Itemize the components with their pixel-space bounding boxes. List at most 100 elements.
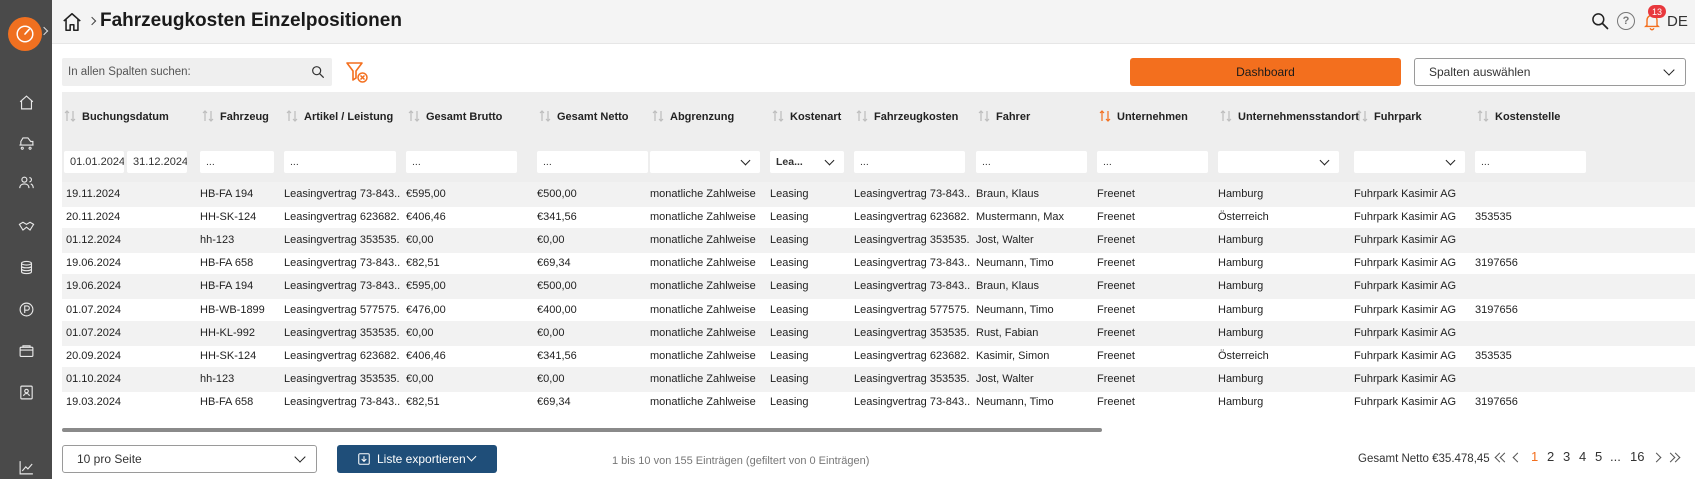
cell-artikel-leistung: Leasingvertrag 353535...	[284, 234, 400, 247]
sort-artikel-leistung-icon[interactable]	[286, 109, 298, 123]
filter-gesamt-brutto[interactable]: ...	[406, 151, 517, 173]
page-2-button[interactable]: 2	[1547, 449, 1554, 464]
filter-kostenart[interactable]: Lea...	[770, 151, 844, 173]
page-5-button[interactable]: 5	[1595, 449, 1602, 464]
date-from-filter[interactable]: 01.01.2024	[64, 151, 124, 173]
sort-gesamt-netto-icon[interactable]	[539, 109, 551, 123]
column-header-gesamt-netto[interactable]: Gesamt Netto	[557, 111, 629, 123]
sort-unternehmensstandort-icon[interactable]	[1220, 109, 1232, 123]
search-icon[interactable]	[1590, 11, 1610, 31]
horizontal-scrollbar[interactable]	[62, 428, 1102, 432]
filter-gesamt-netto[interactable]: ...	[537, 151, 648, 173]
column-header-fahrer[interactable]: Fahrer	[996, 111, 1030, 123]
column-header-fuhrpark[interactable]: Fuhrpark	[1374, 111, 1422, 123]
cell-artikel-leistung: Leasingvertrag 623682...	[284, 349, 400, 362]
sidebar-item-parking[interactable]	[16, 299, 36, 319]
table-row[interactable]: 01.10.2024 hh-123 Leasingvertrag 353535...…	[62, 366, 1695, 392]
table-row[interactable]: 19.03.2024 HB-FA 658 Leasingvertrag 73-843…	[62, 390, 1695, 415]
page-3-button[interactable]: 3	[1563, 449, 1570, 464]
date-to-filter[interactable]: 31.12.2024	[127, 151, 187, 173]
filter-kostenstelle[interactable]: ...	[1475, 151, 1586, 173]
filter-artikel-leistung[interactable]: ...	[284, 151, 396, 173]
search-icon[interactable]	[310, 64, 326, 80]
column-header-fahrzeugkosten[interactable]: Fahrzeugkosten	[874, 111, 958, 123]
cell-unternehmensstandort: Hamburg	[1218, 188, 1264, 200]
home-icon	[19, 94, 33, 109]
cell-fahrzeug: HB-FA 658	[200, 395, 254, 408]
sort-fahrer-icon[interactable]	[978, 109, 990, 123]
cell-unternehmensstandort: Hamburg	[1218, 303, 1264, 316]
sort-fuhrpark-icon[interactable]	[1356, 109, 1368, 123]
sort-kostenstelle-icon[interactable]	[1477, 109, 1489, 123]
cell-fahrzeugkosten: Leasingvertrag 73-843...	[854, 188, 970, 200]
sort-abgrenzung-icon[interactable]	[652, 109, 664, 123]
sort-fahrzeug-icon[interactable]	[202, 109, 214, 123]
table-row[interactable]: 19.11.2024 HB-FA 194 Leasingvertrag 73-843…	[62, 182, 1695, 207]
columns-select[interactable]: Spalten auswählen	[1414, 58, 1686, 86]
sidebar-item-vehicles[interactable]	[16, 131, 36, 151]
sidebar	[0, 0, 52, 479]
filter-abgrenzung[interactable]	[650, 151, 760, 173]
filter-unternehmen[interactable]: ...	[1097, 151, 1208, 173]
filter-fahrzeugkosten[interactable]: ...	[854, 151, 965, 173]
filter-gesamt-netto-placeholder: ...	[543, 156, 552, 168]
column-header-kostenart[interactable]: Kostenart	[790, 111, 841, 123]
table-row[interactable]: 19.06.2024 HB-FA 194 Leasingvertrag 73-843…	[62, 274, 1695, 300]
filter-fahrzeug[interactable]: ...	[200, 151, 274, 173]
sidebar-item-home[interactable]	[16, 92, 36, 112]
app-logo[interactable]	[8, 17, 42, 51]
column-header-kostenstelle[interactable]: Kostenstelle	[1495, 111, 1560, 123]
filter-fahrer[interactable]: ...	[976, 151, 1087, 173]
sort-unternehmen-icon[interactable]	[1099, 109, 1111, 123]
column-header-buchungsdatum[interactable]: Buchungsdatum	[82, 111, 169, 123]
page-1-button[interactable]: 1	[1531, 449, 1538, 464]
cell-fahrzeug: HB-FA 658	[200, 257, 254, 270]
global-search-input[interactable]	[62, 58, 302, 86]
home-icon[interactable]	[61, 11, 83, 33]
sort-buchungsdatum-icon[interactable]	[64, 109, 76, 123]
sort-gesamt-brutto-icon[interactable]	[408, 109, 420, 123]
cell-fahrzeugkosten: Leasingvertrag 73-843...	[854, 257, 970, 270]
column-header-gesamt-brutto[interactable]: Gesamt Brutto	[426, 111, 502, 123]
table-row[interactable]: 01.12.2024 hh-123 Leasingvertrag 353535...…	[62, 228, 1695, 254]
cell-fahrzeugkosten: Leasingvertrag 353535...	[854, 234, 970, 247]
dashboard-button[interactable]: Dashboard	[1130, 58, 1401, 86]
filter-kostenart-value: Lea...	[776, 156, 803, 168]
column-header-abgrenzung[interactable]: Abgrenzung	[670, 111, 734, 123]
sidebar-item-costs[interactable]	[16, 257, 36, 277]
first-page-icon[interactable]	[1499, 452, 1510, 463]
cell-kostenart: Leasing	[770, 280, 809, 293]
sidebar-item-contracts[interactable]	[16, 216, 36, 236]
cell-gesamt-brutto: €0,00	[406, 372, 434, 385]
filter-fuhrpark[interactable]	[1354, 151, 1465, 173]
column-header-artikel-leistung[interactable]: Artikel / Leistung	[304, 111, 393, 123]
per-page-select[interactable]: 10 pro Seite	[62, 445, 317, 473]
sidebar-item-statistics[interactable]	[16, 457, 36, 477]
sidebar-item-profile[interactable]	[16, 382, 36, 402]
clear-filter-icon[interactable]	[345, 60, 369, 84]
prev-page-icon[interactable]	[1512, 452, 1523, 463]
column-header-unternehmen[interactable]: Unternehmen	[1117, 111, 1188, 123]
users-icon	[18, 176, 34, 188]
table-row[interactable]: 19.06.2024 HB-FA 658 Leasingvertrag 73-843…	[62, 251, 1695, 276]
table-row[interactable]: 20.11.2024 HH-SK-124 Leasingvertrag 623682…	[62, 205, 1695, 230]
page-4-button[interactable]: 4	[1579, 449, 1586, 464]
sidebar-item-documents[interactable]	[16, 341, 36, 361]
next-page-icon[interactable]	[1651, 452, 1662, 463]
sort-fahrzeugkosten-icon[interactable]	[856, 109, 868, 123]
language-switch[interactable]: DE	[1667, 13, 1688, 30]
table-row[interactable]: 20.09.2024 HH-SK-124 Leasingvertrag 623682…	[62, 344, 1695, 369]
page-16-button[interactable]: 16	[1630, 449, 1644, 464]
cell-unternehmen: Freenet	[1097, 211, 1135, 224]
sidebar-item-drivers[interactable]	[16, 172, 36, 192]
cell-fahrer: Kasimir, Simon	[976, 349, 1050, 362]
column-header-fahrzeug[interactable]: Fahrzeug	[220, 111, 269, 123]
last-page-icon[interactable]	[1670, 452, 1681, 463]
filter-unternehmensstandort[interactable]	[1218, 151, 1339, 173]
help-icon[interactable]: ?	[1617, 12, 1635, 30]
table-row[interactable]: 01.07.2024 HB-WB-1899 Leasingvertrag 57757…	[62, 298, 1695, 323]
sort-kostenart-icon[interactable]	[772, 109, 784, 123]
table-row[interactable]: 01.07.2024 HH-KL-992 Leasingvertrag 353535…	[62, 320, 1695, 346]
export-list-button[interactable]: Liste exportieren	[337, 445, 497, 473]
column-header-unternehmensstandort[interactable]: Unternehmensstandort	[1238, 111, 1359, 123]
